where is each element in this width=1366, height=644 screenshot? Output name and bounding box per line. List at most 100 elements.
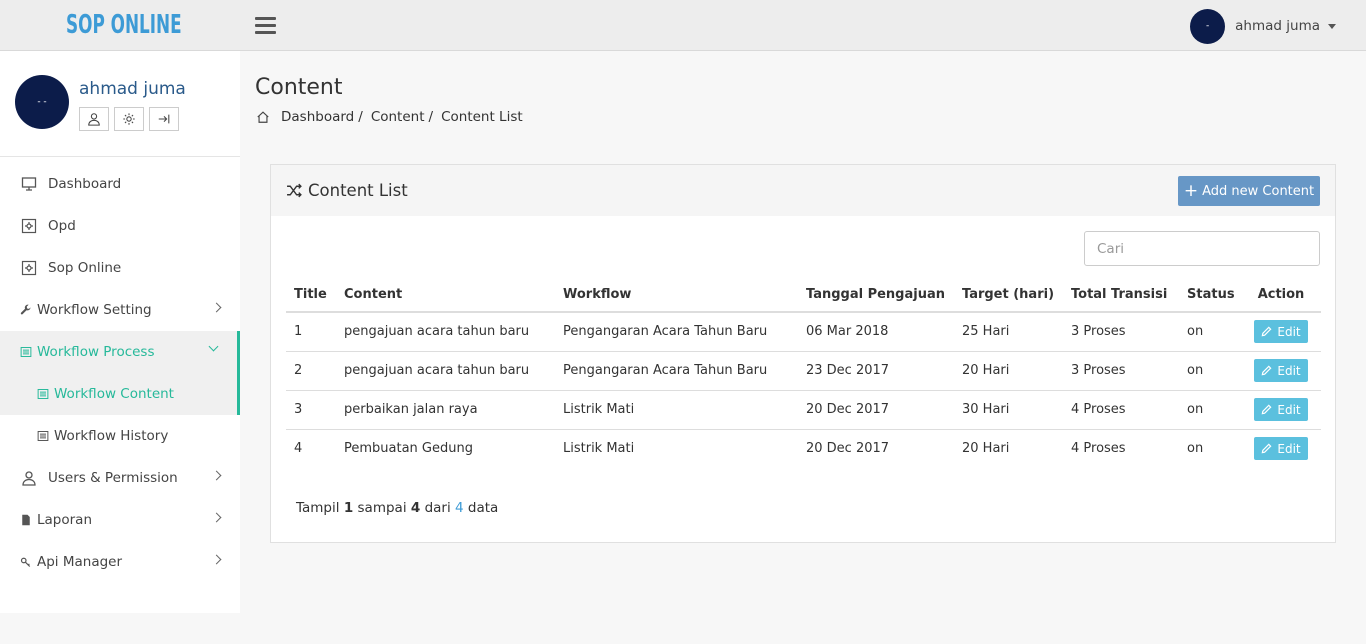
table-row: 2 pengajuan acara tahun baru Pengangaran… [286, 351, 1321, 391]
sidebar-item-dashboard[interactable]: Dashboard [0, 163, 240, 205]
cell-transisi: 3 Proses [1063, 351, 1179, 391]
wrench-icon [20, 301, 32, 319]
key-icon [20, 553, 32, 571]
user-icon [88, 113, 100, 126]
column-header[interactable]: Total Transisi [1063, 277, 1179, 313]
user-dropdown[interactable]: - ahmad juma [1190, 8, 1336, 44]
profile-button[interactable] [79, 107, 109, 131]
cell-status: on [1187, 441, 1204, 457]
cell-status: on [1179, 351, 1241, 391]
cell-workflow: Pengangaran Acara Tahun Baru [555, 351, 798, 391]
list-icon [37, 427, 49, 445]
breadcrumb-content-list: Content List [441, 109, 523, 125]
sidebar-item-api-manager[interactable]: Api Manager [0, 541, 240, 583]
cell-content: pengajuan acara tahun baru [336, 312, 555, 352]
sidebar-item-users-permission[interactable]: Users & Permission [0, 457, 240, 499]
column-header[interactable]: Content [336, 277, 555, 313]
sidebar-item-workflow-content[interactable]: Workflow Content [0, 373, 240, 415]
cell-title: 3 [286, 390, 336, 430]
search-input[interactable] [1084, 231, 1320, 266]
cell-title: 2 [286, 351, 336, 391]
cell-content: perbaikan jalan raya [336, 390, 555, 430]
cell-transisi: 4 Proses [1071, 441, 1126, 457]
sidebar-item-label: Workflow Content [54, 386, 174, 402]
add-new-content-button[interactable]: + Add new Content [1178, 176, 1320, 206]
brand-logo[interactable]: SOP ONLINE [66, 10, 182, 40]
panel-title: Content List [308, 181, 408, 200]
chevron-right-icon [211, 554, 222, 565]
sidebar-item-workflow-history[interactable]: Workflow History [0, 415, 240, 457]
logout-button[interactable] [149, 107, 179, 131]
chevron-right-icon [211, 470, 222, 481]
plus-icon: + [1183, 180, 1199, 201]
cell-target: 20 Hari [962, 441, 1010, 457]
pencil-icon [1261, 443, 1272, 454]
top-navbar: SOP ONLINE - ahmad juma [0, 0, 1366, 51]
pencil-icon [1261, 326, 1272, 337]
cell-date: 06 Mar 2018 [798, 312, 954, 352]
monitor-icon [20, 175, 38, 193]
profile-box: - - ahmad juma [0, 51, 240, 157]
chevron-right-icon [211, 512, 222, 523]
menu-toggle-icon[interactable] [255, 17, 276, 35]
edit-button[interactable]: Edit [1254, 359, 1308, 382]
cell-title: 1 [286, 312, 336, 352]
breadcrumb-content[interactable]: Content [371, 109, 425, 125]
shuffle-icon [287, 183, 302, 198]
edit-button[interactable]: Edit [1254, 437, 1308, 461]
list-icon [20, 343, 32, 361]
sidebar-item-label: Users & Permission [48, 470, 178, 486]
cell-transisi: 3 Proses [1063, 312, 1179, 352]
content-table: Title Content Workflow Tanggal Pengajuan… [286, 277, 1321, 468]
sidebar-item-label: Workflow Setting [37, 302, 152, 318]
column-header[interactable]: Title [286, 277, 336, 313]
breadcrumb-dashboard[interactable]: Dashboard [281, 109, 354, 125]
sidebar-item-workflow-setting[interactable]: Workflow Setting [0, 289, 240, 331]
panel-header: Content List + Add new Content [271, 165, 1335, 216]
gear-icon [123, 113, 135, 125]
sidebar-item-label: Workflow History [54, 428, 169, 444]
table-info: Tampil 1 sampai 4 dari 4 data [296, 500, 499, 516]
cell-date: 23 Dec 2017 [798, 351, 954, 391]
pencil-icon [1261, 404, 1272, 415]
user-icon [20, 469, 38, 487]
cell-title: 4 [294, 441, 303, 457]
chevron-down-icon [208, 341, 219, 352]
user-name: ahmad juma [1235, 18, 1320, 34]
edit-button[interactable]: Edit [1254, 398, 1308, 421]
table-row: 4 Pembuatan Gedung Listrik Mati 20 Dec 2… [286, 429, 1321, 468]
table-row: 1 pengajuan acara tahun baru Pengangaran… [286, 312, 1321, 352]
column-header: Action [1241, 277, 1321, 313]
sidebar-menu: Dashboard Opd Sop Online Workflow Settin… [0, 163, 240, 583]
column-header[interactable]: Target (hari) [954, 277, 1063, 313]
page-title: Content [255, 75, 343, 100]
cell-date: 20 Dec 2017 [798, 390, 954, 430]
caret-down-icon [1328, 23, 1336, 29]
column-header[interactable]: Tanggal Pengajuan [798, 277, 954, 313]
column-header[interactable]: Status [1179, 277, 1241, 313]
sidebar-item-workflow-process[interactable]: Workflow Process [0, 331, 240, 373]
settings-button[interactable] [114, 107, 144, 131]
sidebar-item-label: Laporan [37, 512, 93, 528]
sidebar: - - ahmad juma Dashboard Opd Sop Online [0, 51, 240, 613]
sidebar-item-label: Opd [48, 218, 76, 234]
content-list-panel: Content List + Add new Content Title Con… [270, 164, 1336, 543]
sidebar-item-label: Sop Online [48, 260, 122, 276]
cell-transisi: 4 Proses [1063, 390, 1179, 430]
cell-workflow: Listrik Mati [563, 441, 635, 457]
sidebar-item-label: Api Manager [37, 554, 123, 570]
home-icon[interactable] [256, 110, 270, 124]
cell-workflow: Listrik Mati [555, 390, 798, 430]
sidebar-item-sop-online[interactable]: Sop Online [0, 247, 240, 289]
edit-button[interactable]: Edit [1254, 320, 1308, 344]
cell-date: 20 Dec 2017 [806, 441, 890, 457]
sidebar-item-opd[interactable]: Opd [0, 205, 240, 247]
sidebar-item-laporan[interactable]: Laporan [0, 499, 240, 541]
avatar: - [1190, 8, 1226, 44]
table-row: 3 perbaikan jalan raya Listrik Mati 20 D… [286, 390, 1321, 430]
sidebar-item-label: Workflow Process [37, 344, 155, 360]
cell-target: 30 Hari [954, 390, 1063, 430]
column-header[interactable]: Workflow [555, 277, 798, 313]
add-button-label: Add new Content [1202, 183, 1315, 199]
sidebar-item-label: Dashboard [48, 176, 122, 192]
